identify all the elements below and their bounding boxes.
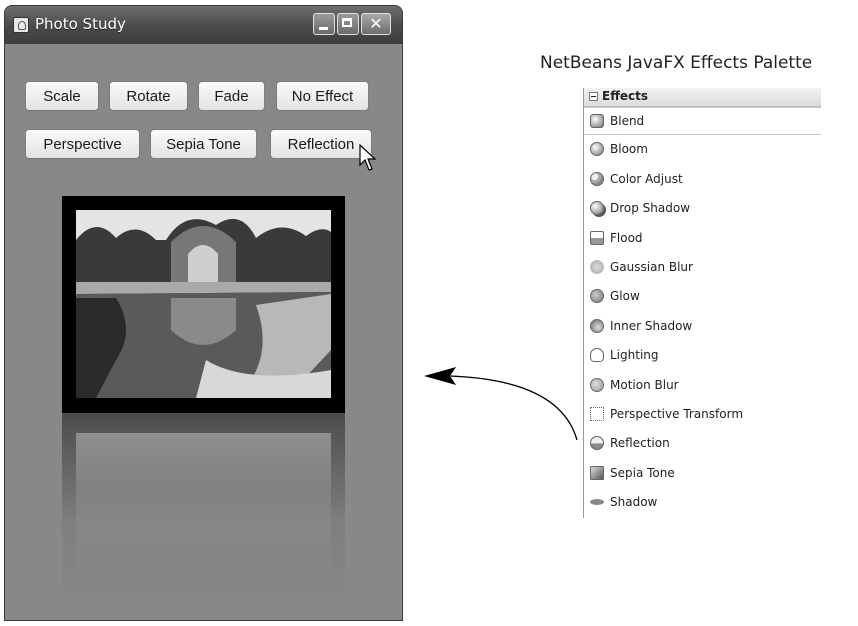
palette-item-label: Lighting <box>610 348 659 362</box>
no-effect-button[interactable]: No Effect <box>276 81 369 111</box>
palette-item-label: Color Adjust <box>610 172 683 186</box>
lighting-icon <box>590 348 604 362</box>
perspective-transform-icon <box>590 407 604 421</box>
perspective-button[interactable]: Perspective <box>25 129 140 159</box>
palette-item-lighting[interactable]: Lighting <box>584 342 821 370</box>
palette-item-color-adjust[interactable]: Color Adjust <box>584 166 821 194</box>
effects-palette: Effects Blend Bloom Color Adjust Drop Sh… <box>583 88 821 518</box>
palette-item-motion-blur[interactable]: Motion Blur <box>584 372 821 400</box>
window-title: Photo Study <box>35 15 126 33</box>
palette-item-gaussian-blur[interactable]: Gaussian Blur <box>584 254 821 282</box>
palette-item-label: Reflection <box>610 436 670 450</box>
pointer-arrow <box>424 367 578 441</box>
palette-item-label: Perspective Transform <box>610 407 744 421</box>
palette-item-blend[interactable]: Blend <box>584 107 821 135</box>
palette-item-flood[interactable]: Flood <box>584 225 821 253</box>
flood-icon <box>590 231 604 245</box>
bloom-icon <box>590 142 604 156</box>
palette-item-label: Sepia Tone <box>610 466 675 480</box>
blend-icon <box>590 114 604 128</box>
fade-button[interactable]: Fade <box>198 81 265 111</box>
palette-item-label: Blend <box>610 114 645 128</box>
sepia-tone-button[interactable]: Sepia Tone <box>150 129 257 159</box>
shadow-icon <box>590 499 604 505</box>
palette-item-shadow[interactable]: Shadow <box>584 489 821 517</box>
color-adjust-icon <box>590 172 604 186</box>
palette-item-label: Shadow <box>610 495 658 509</box>
palette-item-glow[interactable]: Glow <box>584 283 821 311</box>
effects-category-label: Effects <box>602 89 649 103</box>
minimize-button[interactable] <box>313 13 335 35</box>
photo-study-window: Photo Study ✕ Scale Rotate Fade No Effec… <box>4 5 403 621</box>
palette-item-sepia-tone[interactable]: Sepia Tone <box>584 460 821 488</box>
window-content: Scale Rotate Fade No Effect Perspective … <box>5 44 402 620</box>
effects-category-header[interactable]: Effects <box>584 88 821 107</box>
drop-shadow-icon <box>590 201 604 215</box>
collapse-icon[interactable] <box>589 92 598 101</box>
inner-shadow-icon <box>590 319 604 333</box>
rotate-button[interactable]: Rotate <box>109 81 188 111</box>
palette-item-label: Bloom <box>610 142 648 156</box>
palette-item-drop-shadow[interactable]: Drop Shadow <box>584 195 821 223</box>
palette-item-reflection[interactable]: Reflection <box>584 430 821 458</box>
palette-caption: NetBeans JavaFX Effects Palette <box>540 53 813 73</box>
photo-frame <box>62 196 345 413</box>
gaussian-blur-icon <box>590 260 604 274</box>
sepia-tone-icon <box>590 466 604 480</box>
title-bar[interactable]: Photo Study ✕ <box>5 6 402 44</box>
reflection-button[interactable]: Reflection <box>270 129 372 159</box>
mouse-cursor-icon <box>359 144 377 171</box>
garden-photo <box>76 210 331 398</box>
palette-item-bloom[interactable]: Bloom <box>584 136 821 164</box>
glow-icon <box>590 289 604 303</box>
palette-item-label: Gaussian Blur <box>610 260 693 274</box>
palette-item-perspective-transform[interactable]: Perspective Transform <box>584 401 821 429</box>
java-app-icon <box>13 17 29 33</box>
close-button[interactable]: ✕ <box>361 13 391 35</box>
motion-blur-icon <box>590 378 604 392</box>
palette-item-label: Flood <box>610 231 643 245</box>
reflection-icon <box>590 436 604 450</box>
photo-reflection <box>62 413 345 613</box>
palette-item-inner-shadow[interactable]: Inner Shadow <box>584 313 821 341</box>
palette-item-label: Motion Blur <box>610 378 679 392</box>
reflection-image <box>76 433 331 583</box>
palette-item-label: Glow <box>610 289 640 303</box>
palette-item-label: Drop Shadow <box>610 201 691 215</box>
palette-item-label: Inner Shadow <box>610 319 693 333</box>
scale-button[interactable]: Scale <box>25 81 99 111</box>
maximize-button[interactable] <box>337 13 359 35</box>
